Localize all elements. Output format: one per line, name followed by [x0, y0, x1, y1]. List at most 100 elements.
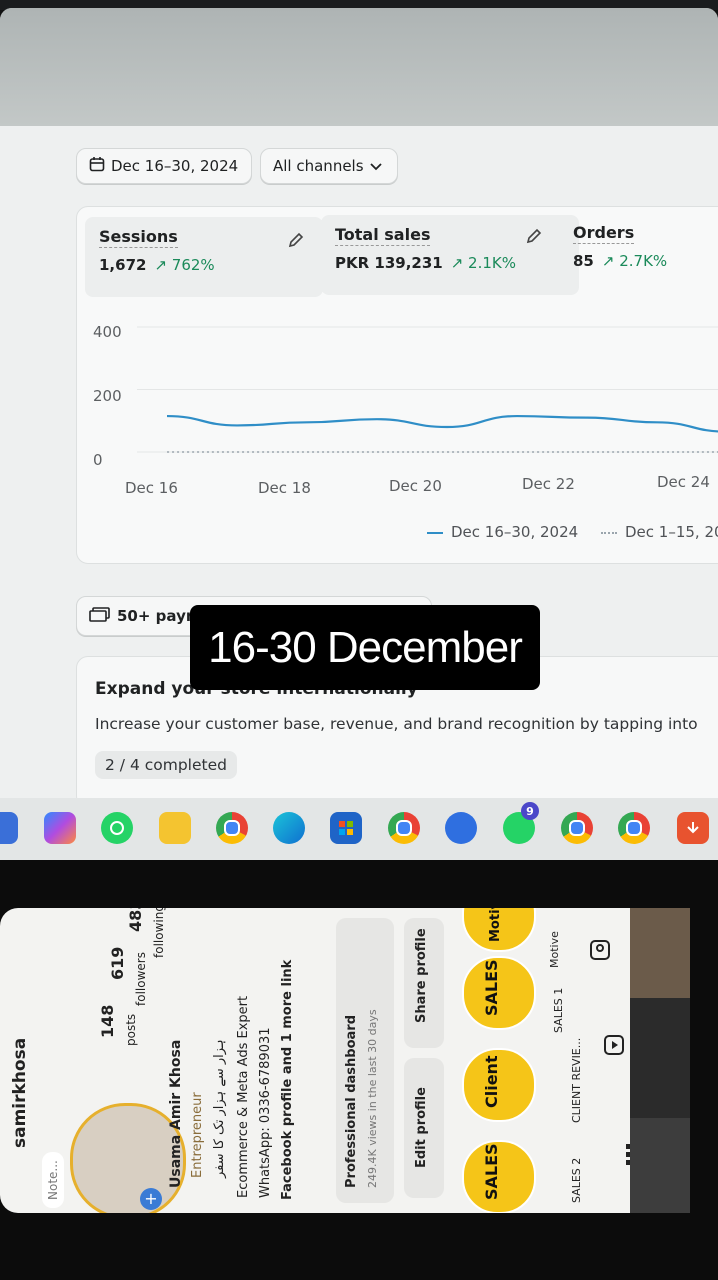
- highlight-title: SALES: [482, 959, 501, 1016]
- channel-filter-label: All channels: [273, 157, 364, 175]
- download-icon[interactable]: [677, 812, 709, 844]
- share-profile-label: Share profile: [414, 928, 429, 1023]
- profile-name: Usama Amir Khosa: [168, 1039, 184, 1188]
- tagged-icon[interactable]: [588, 938, 612, 962]
- metric-value: 85: [573, 252, 594, 270]
- legend-dotted-swatch: [601, 531, 617, 534]
- metric-delta: ↗ 762%: [154, 256, 215, 274]
- posts-label: posts: [124, 1013, 138, 1046]
- highlight-label: SALES 2: [570, 1157, 583, 1203]
- post-thumbnail[interactable]: [630, 908, 690, 998]
- metric-total-sales[interactable]: Total sales PKR 139,231 ↗ 2.1K%: [321, 215, 579, 295]
- x-tick-label: Dec 20: [389, 477, 442, 495]
- followers-label[interactable]: followers: [134, 952, 148, 1006]
- chrome-icon[interactable]: [561, 812, 593, 844]
- dashboard-subtitle: 249.4K views in the last 30 days: [366, 1009, 379, 1188]
- chrome-icon[interactable]: [388, 812, 420, 844]
- current-period-line: [166, 414, 718, 433]
- followers-count[interactable]: 619: [108, 947, 127, 980]
- highlight-sales-2[interactable]: SALES: [462, 1140, 536, 1213]
- phone-area: samirkhosa + Note... 148 posts 619 follo…: [0, 860, 718, 1280]
- whatsapp-icon[interactable]: [101, 812, 133, 844]
- share-profile-button[interactable]: Share profile: [404, 918, 444, 1048]
- x-tick-label: Dec 16: [125, 479, 178, 497]
- metric-title: Total sales: [335, 225, 431, 246]
- post-thumbnail[interactable]: [630, 1118, 690, 1213]
- line-chart: [137, 326, 718, 453]
- pencil-icon[interactable]: [287, 231, 305, 253]
- pencil-icon[interactable]: [525, 227, 543, 249]
- x-tick-label: Dec 18: [258, 479, 311, 497]
- legend-solid-swatch: [427, 531, 443, 534]
- app-icon[interactable]: [0, 812, 18, 844]
- bio-line: Ecommerce & Meta Ads Expert: [236, 995, 251, 1198]
- highlight-label: Motive: [548, 931, 561, 968]
- metric-sessions[interactable]: Sessions 1,672 ↗ 762%: [85, 217, 323, 297]
- x-tick-label: Dec 22: [522, 475, 575, 493]
- y-tick-label: 200: [93, 387, 122, 405]
- date-filter-label: Dec 16–30, 2024: [111, 157, 239, 175]
- taskbar: 9: [0, 798, 718, 860]
- calendar-icon: [89, 156, 105, 176]
- legend-label: Dec 1–15, 20: [625, 523, 718, 541]
- post-thumbnail[interactable]: [630, 998, 690, 1118]
- edit-profile-label: Edit profile: [414, 1087, 429, 1168]
- dashboard-title: Professional dashboard: [344, 1014, 359, 1188]
- progress-badge: 2 / 4 completed: [95, 751, 237, 779]
- analytics-card: Sessions 1,672 ↗ 762% Total sales PKR 139…: [76, 206, 718, 564]
- edit-profile-button[interactable]: Edit profile: [404, 1058, 444, 1198]
- expand-body: Increase your customer base, revenue, an…: [95, 715, 698, 733]
- following-count[interactable]: 483: [126, 908, 145, 932]
- y-tick-label: 400: [93, 323, 122, 341]
- x-tick-label: Dec 24: [657, 473, 710, 491]
- posts-count: 148: [98, 1004, 117, 1038]
- metric-orders[interactable]: Orders 85 ↗ 2.7K%: [559, 213, 718, 293]
- monitor-top-area: [0, 8, 718, 126]
- metric-delta: ↗ 2.7K%: [601, 252, 668, 270]
- legend-label: Dec 16–30, 2024: [451, 523, 579, 541]
- note-bubble[interactable]: Note...: [42, 1152, 64, 1208]
- username: samirkhosa: [10, 1037, 30, 1148]
- bio-whatsapp: WhatsApp: 0336-6789031: [258, 1027, 273, 1198]
- legend-previous: Dec 1–15, 20: [601, 523, 718, 541]
- notification-badge: 9: [521, 802, 539, 820]
- profile-role: Entrepreneur: [190, 1092, 205, 1178]
- analytics-screen: Dec 16–30, 2024 All channels Sessions 1,…: [0, 126, 718, 808]
- highlight-title: Motive: [488, 908, 503, 942]
- highlight-title: SALES: [482, 1143, 501, 1200]
- highlight-label: CLIENT REVIE...: [570, 1037, 583, 1123]
- edge-icon[interactable]: [273, 812, 305, 844]
- date-filter-button[interactable]: Dec 16–30, 2024: [76, 148, 252, 184]
- highlight-motive[interactable]: Motive: [462, 908, 536, 952]
- chevron-down-icon: [369, 157, 382, 175]
- highlight-sales-1[interactable]: SALES: [462, 956, 536, 1030]
- metric-value: 1,672: [99, 256, 147, 274]
- following-label[interactable]: following: [152, 908, 166, 958]
- copilot-icon[interactable]: [44, 812, 76, 844]
- metric-title: Sessions: [99, 227, 178, 248]
- reels-icon[interactable]: [602, 1033, 626, 1057]
- metric-delta: ↗ 2.1K%: [450, 254, 516, 272]
- channel-filter-button[interactable]: All channels: [260, 148, 398, 184]
- bio-urdu: ہزار سے ہزار تک کا سفر: [212, 1039, 227, 1178]
- metric-title: Orders: [573, 223, 635, 244]
- y-tick-label: 0: [93, 451, 103, 469]
- monitor: Dec 16–30, 2024 All channels Sessions 1,…: [0, 8, 718, 860]
- bio-links[interactable]: Facebook profile and 1 more link: [280, 960, 295, 1200]
- chrome-icon[interactable]: [216, 812, 248, 844]
- professional-dashboard[interactable]: Professional dashboard 249.4K views in t…: [336, 918, 394, 1203]
- story-caption: 16-30 December: [190, 605, 540, 690]
- store-icon[interactable]: [330, 812, 362, 844]
- highlight-client-reviews[interactable]: Client: [462, 1048, 536, 1122]
- add-story-icon[interactable]: +: [140, 1188, 162, 1210]
- highlight-title: Client: [482, 1055, 501, 1108]
- chrome-remote-icon[interactable]: [445, 812, 477, 844]
- file-explorer-icon[interactable]: [159, 812, 191, 844]
- highlight-label: SALES 1: [552, 987, 565, 1033]
- whatsapp-icon[interactable]: 9: [503, 802, 539, 844]
- metric-value: PKR 139,231: [335, 254, 443, 272]
- instagram-phone-screen: samirkhosa + Note... 148 posts 619 follo…: [0, 908, 690, 1213]
- chrome-icon[interactable]: [618, 812, 650, 844]
- cash-icon: [89, 606, 111, 626]
- legend-current: Dec 16–30, 2024: [427, 523, 578, 541]
